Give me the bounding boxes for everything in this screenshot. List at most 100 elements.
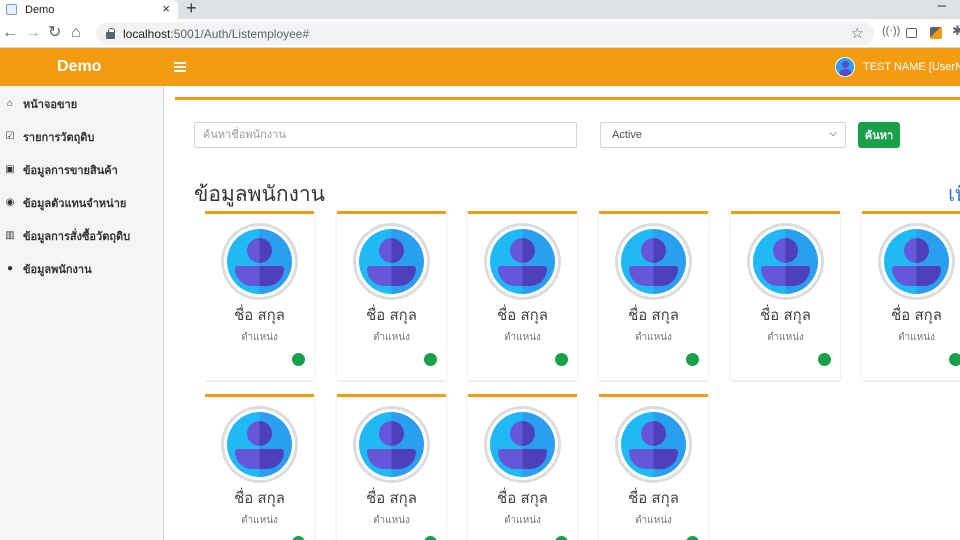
sidebar-item-employees[interactable]: ● ข้อมูลพนักงาน xyxy=(0,252,163,285)
employee-avatar[interactable] xyxy=(615,223,692,300)
employee-name: ชื่อ สกุล xyxy=(234,490,285,507)
window-minimize-icon[interactable]: – xyxy=(938,0,946,14)
browser-toolbar: ← → ↻ ⌂ localhost:5001/Auth/Listemployee… xyxy=(0,19,960,48)
employee-position: ตำแหน่ง xyxy=(241,332,278,343)
sidebar-item-dealers[interactable]: ◉ ข้อมูลตัวแทนจำหน่าย xyxy=(0,186,163,219)
extension-cast-icon[interactable]: ((·)) xyxy=(882,25,900,37)
employee-card-grid: ชื่อ สกุล ตำแหน่ง ชื่อ สกุล ตำแหน่ง ชื่อ… xyxy=(205,211,960,540)
employee-name: ชื่อ สกุล xyxy=(234,307,285,324)
status-select[interactable]: Active ⌵ xyxy=(600,122,846,148)
status-active-indicator xyxy=(292,353,305,366)
employee-avatar[interactable] xyxy=(484,406,561,483)
employee-avatar[interactable] xyxy=(221,406,298,483)
extension-dropper-icon[interactable] xyxy=(930,27,942,39)
employee-avatar[interactable] xyxy=(615,406,692,483)
url-path: :5001/Auth/Listemployee# xyxy=(170,26,310,41)
sidebar-item-label: หน้าจอขาย xyxy=(23,98,78,111)
employee-card[interactable]: ชื่อ สกุล ตำแหน่ง xyxy=(337,211,446,380)
user-avatar-icon xyxy=(753,229,818,294)
browser-tab-strip: Demo × + – xyxy=(0,0,960,19)
employee-card[interactable]: ชื่อ สกุล ตำแหน่ง xyxy=(468,394,577,540)
status-active-indicator xyxy=(686,536,699,540)
employee-card[interactable]: ชื่อ สกุล ตำแหน่ง xyxy=(599,394,708,540)
menu-toggle-icon[interactable] xyxy=(174,62,186,72)
status-select-value: Active xyxy=(612,129,642,141)
section-divider xyxy=(175,97,960,100)
employee-name: ชื่อ สกุล xyxy=(497,307,548,324)
sidebar-item-label: รายการวัตถุดิบ xyxy=(23,131,95,144)
employee-position: ตำแหน่ง xyxy=(373,515,410,526)
employee-avatar[interactable] xyxy=(221,223,298,300)
forward-icon[interactable]: → xyxy=(25,23,41,43)
sidebar-item-label: ข้อมูลพนักงาน xyxy=(23,263,92,276)
new-tab-icon[interactable]: + xyxy=(186,0,197,19)
status-active-indicator xyxy=(555,353,568,366)
search-button[interactable]: ค้นหา xyxy=(858,122,900,148)
user-avatar-icon xyxy=(490,412,555,477)
sidebar-item-purchase-orders[interactable]: ▥ ข้อมูลการสั่งซื้อวัตถุดิบ xyxy=(0,219,163,252)
employee-card[interactable]: ชื่อ สกุล ตำแหน่ง xyxy=(468,211,577,380)
brand-logo[interactable]: Demo xyxy=(57,58,101,76)
user-avatar-icon xyxy=(359,229,424,294)
browser-tab[interactable]: Demo × xyxy=(0,0,178,19)
tab-title: Demo xyxy=(25,3,55,16)
lock-icon[interactable] xyxy=(106,28,115,39)
user-avatar-icon xyxy=(490,229,555,294)
reload-icon[interactable]: ↻ xyxy=(48,23,61,43)
employee-position: ตำแหน่ง xyxy=(504,332,541,343)
page-favicon-icon xyxy=(6,4,17,15)
status-active-indicator xyxy=(818,353,831,366)
bookmark-star-icon[interactable]: ☆ xyxy=(851,24,864,42)
employee-avatar[interactable] xyxy=(878,223,955,300)
user-avatar-icon xyxy=(227,229,292,294)
employee-name: ชื่อ สกุล xyxy=(628,307,679,324)
employee-avatar[interactable] xyxy=(484,223,561,300)
url-host: localhost xyxy=(123,26,171,41)
page-title: ข้อมูลพนักงาน xyxy=(194,183,325,206)
user-name: TEST NAME [UserName] xyxy=(863,61,960,73)
employee-name: ชื่อ สกุล xyxy=(760,307,811,324)
sidebar-item-materials[interactable]: ☑ รายการวัตถุดิบ xyxy=(0,120,163,153)
employee-name: ชื่อ สกุล xyxy=(366,307,417,324)
status-active-indicator xyxy=(424,353,437,366)
employee-position: ตำแหน่ง xyxy=(635,332,672,343)
employee-card[interactable]: ชื่อ สกุล ตำแหน่ง xyxy=(337,394,446,540)
chevron-down-icon: ⌵ xyxy=(829,128,837,139)
employee-card[interactable]: ชื่อ สกุล ตำแหน่ง xyxy=(205,394,314,540)
extensions-puzzle-icon[interactable]: ✱ xyxy=(952,23,960,39)
sidebar-item-label: ข้อมูลตัวแทนจำหน่าย xyxy=(23,197,127,210)
employee-card[interactable]: ชื่อ สกุล ตำแหน่ง xyxy=(599,211,708,380)
employee-avatar[interactable] xyxy=(353,223,430,300)
status-active-indicator xyxy=(949,353,960,366)
employee-name: ชื่อ สกุล xyxy=(366,490,417,507)
user-menu[interactable]: TEST NAME [UserName] xyxy=(835,57,960,77)
employee-avatar[interactable] xyxy=(353,406,430,483)
tab-close-icon[interactable]: × xyxy=(162,1,170,16)
back-icon[interactable]: ← xyxy=(2,23,18,43)
employee-card[interactable]: ชื่อ สกุล ตำแหน่ง xyxy=(862,211,960,380)
status-active-indicator xyxy=(292,536,305,540)
sidebar: ⌂ หน้าจอขาย ☑ รายการวัตถุดิบ ▣ ข้อมูลการ… xyxy=(0,86,164,540)
add-employee-link[interactable]: เพิ่ม xyxy=(948,178,960,211)
user-icon: ● xyxy=(6,263,14,274)
employee-card[interactable]: ชื่อ สกุล ตำแหน่ง xyxy=(205,211,314,380)
employee-avatar[interactable] xyxy=(747,223,824,300)
employee-position: ตำแหน่ง xyxy=(504,515,541,526)
sidebar-item-sales-screen[interactable]: ⌂ หน้าจอขาย xyxy=(0,87,163,120)
home-icon[interactable]: ⌂ xyxy=(71,23,81,43)
check-square-icon: ☑ xyxy=(5,131,15,142)
employee-search-input[interactable] xyxy=(194,122,577,148)
main-content: Active ⌵ ค้นหา ข้อมูลพนักงาน เพิ่ม ชื่อ … xyxy=(164,86,960,540)
employee-position: ตำแหน่ง xyxy=(373,332,410,343)
eye-icon: ◉ xyxy=(5,197,15,208)
user-avatar-icon xyxy=(621,229,686,294)
user-avatar-icon xyxy=(884,229,949,294)
employee-card[interactable]: ชื่อ สกุล ตำแหน่ง xyxy=(731,211,840,380)
bar-chart-icon: ▥ xyxy=(5,230,15,241)
status-active-indicator xyxy=(686,353,699,366)
employee-name: ชื่อ สกุล xyxy=(891,307,942,324)
address-bar[interactable]: localhost:5001/Auth/Listemployee# ☆ xyxy=(96,22,874,45)
employee-position: ตำแหน่ง xyxy=(767,332,804,343)
sidebar-item-sales-data[interactable]: ▣ ข้อมูลการขายสินค้า xyxy=(0,153,163,186)
extension-screenshot-icon[interactable] xyxy=(906,28,917,38)
